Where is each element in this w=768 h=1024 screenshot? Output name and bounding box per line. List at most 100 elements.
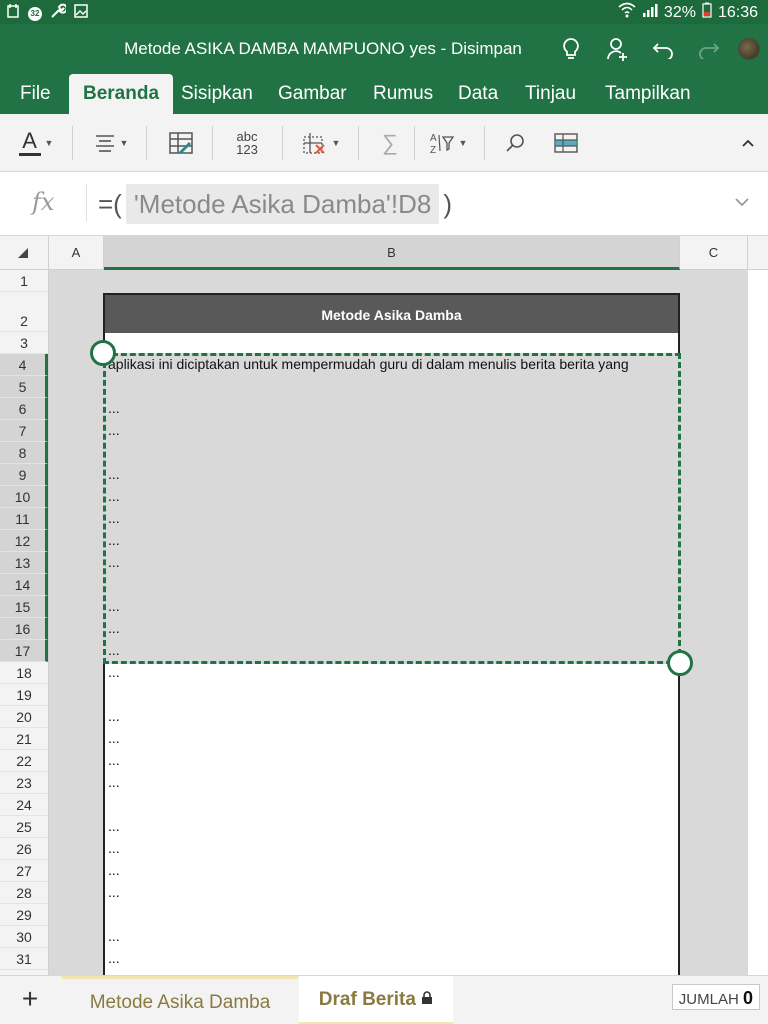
row-header-5[interactable]: 5 — [0, 376, 48, 398]
selection-handle-start[interactable] — [90, 340, 116, 366]
svg-text:Z: Z — [430, 145, 436, 155]
cell-format-icon — [169, 132, 193, 155]
row-header-3[interactable]: 3 — [0, 332, 48, 354]
system-status-bar: 32 32% 16:36 — [0, 0, 768, 24]
cell-b21[interactable]: ... — [108, 730, 120, 746]
row-header-4[interactable]: 4 — [0, 354, 48, 376]
formula-reference: 'Metode Asika Damba'!D8 — [125, 184, 440, 224]
undo-icon[interactable] — [650, 36, 676, 62]
chevron-up-icon — [742, 139, 754, 147]
row-header-7[interactable]: 7 — [0, 420, 48, 442]
row-header-11[interactable]: 11 — [0, 508, 48, 530]
cell-b30[interactable]: ... — [108, 928, 120, 944]
cell-b20[interactable]: ... — [108, 708, 120, 724]
align-icon — [95, 135, 114, 152]
spelling-button[interactable]: abc 123 — [226, 126, 268, 160]
expand-formula-button[interactable] — [734, 194, 750, 212]
row-header-10[interactable]: 10 — [0, 486, 48, 508]
row-header-21[interactable]: 21 — [0, 728, 48, 750]
cell-b27[interactable]: ... — [108, 862, 120, 878]
align-button[interactable]: ▼ — [88, 126, 134, 160]
sheet-tab-metode[interactable]: Metode Asika Damba — [62, 976, 298, 1024]
format-cells-button[interactable] — [164, 126, 198, 160]
excel-app: 32 32% 16:36 Metode ASIKA DAMBA MAMPUONO… — [0, 0, 768, 1024]
row-header-26[interactable]: 26 — [0, 838, 48, 860]
add-sheet-button[interactable]: + — [14, 984, 46, 1016]
row-header-13[interactable]: 13 — [0, 552, 48, 574]
row-header-25[interactable]: 25 — [0, 816, 48, 838]
row-header-14[interactable]: 14 — [0, 574, 48, 596]
cell-b26[interactable]: ... — [108, 840, 120, 856]
ribbon-tabs: File Beranda Sisipkan Gambar Rumus Data … — [0, 74, 768, 114]
row-header-16[interactable]: 16 — [0, 618, 48, 640]
row-header-28[interactable]: 28 — [0, 882, 48, 904]
row-header-23[interactable]: 23 — [0, 772, 48, 794]
collapse-ribbon-button[interactable] — [736, 126, 760, 160]
delete-cells-button[interactable]: ▼ — [298, 126, 344, 160]
sort-filter-button[interactable]: AZ ▼ — [426, 126, 470, 160]
delete-cells-icon — [302, 133, 325, 154]
search-button[interactable] — [500, 126, 530, 160]
select-all-icon — [18, 248, 28, 258]
status-sum[interactable]: JUMLAH 0 — [671, 984, 760, 1010]
title-bar: Metode ASIKA DAMBA MAMPUONO yes - Disimp… — [0, 24, 768, 74]
tab-gambar[interactable]: Gambar — [264, 74, 361, 114]
tab-tinjau[interactable]: Tinjau — [511, 74, 590, 114]
cell-b28[interactable]: ... — [108, 884, 120, 900]
cell-b22[interactable]: ... — [108, 752, 120, 768]
lightbulb-icon[interactable] — [558, 36, 584, 62]
wrench-icon — [50, 3, 68, 24]
battery-percent: 32% — [663, 3, 696, 21]
row-header-24[interactable]: 24 — [0, 794, 48, 816]
font-color-icon: A — [22, 127, 37, 153]
row-header-29[interactable]: 29 — [0, 904, 48, 926]
row-header-27[interactable]: 27 — [0, 860, 48, 882]
image-icon — [74, 4, 88, 23]
cell-b25[interactable]: ... — [108, 818, 120, 834]
tab-data[interactable]: Data — [444, 74, 512, 114]
column-header-c[interactable]: C — [680, 236, 748, 270]
cell-b23[interactable]: ... — [108, 774, 120, 790]
row-header-9[interactable]: 9 — [0, 464, 48, 486]
cell-b31[interactable]: ... — [108, 950, 120, 966]
sheet-margin — [748, 270, 768, 975]
row-header-18[interactable]: 18 — [0, 662, 48, 684]
row-header-20[interactable]: 20 — [0, 706, 48, 728]
user-avatar[interactable] — [738, 38, 760, 60]
search-icon — [506, 134, 524, 152]
row-header-22[interactable]: 22 — [0, 750, 48, 772]
tab-beranda[interactable]: Beranda — [69, 74, 174, 114]
row-header-31[interactable]: 31 — [0, 948, 48, 970]
tab-file[interactable]: File — [6, 74, 65, 114]
row-header-17[interactable]: 17 — [0, 640, 48, 662]
chevron-down-icon: ▼ — [331, 138, 341, 148]
tab-sisipkan[interactable]: Sisipkan — [167, 74, 267, 114]
row-header-30[interactable]: 30 — [0, 926, 48, 948]
table-icon — [554, 133, 578, 153]
ribbon-toolbar: A ▼ ▼ abc 123 ▼ ∑ AZ ▼ — [0, 114, 768, 172]
row-header-6[interactable]: 6 — [0, 398, 48, 420]
redo-icon[interactable] — [696, 36, 722, 62]
tab-rumus[interactable]: Rumus — [359, 74, 447, 114]
page-header[interactable]: Metode Asika Damba — [105, 295, 678, 333]
row-header-2[interactable]: 2 — [0, 292, 48, 332]
selection-handle-end[interactable] — [667, 650, 693, 676]
column-header-b[interactable]: B — [104, 236, 680, 270]
share-person-icon[interactable] — [604, 36, 630, 62]
sheet-tab-draf-berita[interactable]: Draf Berita — [299, 976, 453, 1024]
column-header-a[interactable]: A — [49, 236, 104, 270]
formula-input[interactable]: =( 'Metode Asika Damba'!D8 ) — [98, 184, 452, 224]
tab-tampilkan[interactable]: Tampilkan — [591, 74, 705, 114]
cell-b18[interactable]: ... — [108, 664, 120, 680]
row-header-12[interactable]: 12 — [0, 530, 48, 552]
spelling-label-bottom: 123 — [236, 142, 258, 157]
document-title[interactable]: Metode ASIKA DAMBA MAMPUONO yes - Disimp… — [0, 39, 646, 59]
fx-icon[interactable]: fx — [32, 188, 54, 216]
row-header-19[interactable]: 19 — [0, 684, 48, 706]
font-color-button[interactable]: A ▼ — [14, 126, 58, 160]
row-header-8[interactable]: 8 — [0, 442, 48, 464]
row-header-15[interactable]: 15 — [0, 596, 48, 618]
autosum-button[interactable]: ∑ — [376, 126, 404, 160]
table-button[interactable] — [550, 126, 582, 160]
row-header-1[interactable]: 1 — [0, 270, 48, 292]
